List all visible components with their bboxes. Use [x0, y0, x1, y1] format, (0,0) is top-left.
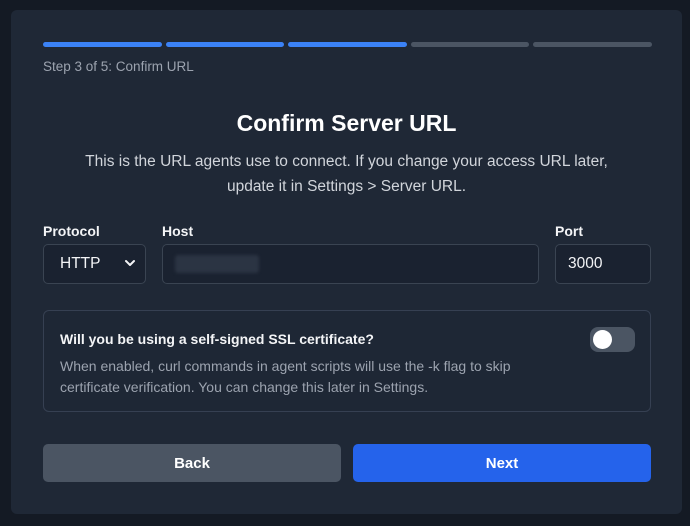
page-title: Confirm Server URL — [236, 110, 457, 136]
progress-segment-3 — [288, 42, 407, 47]
progress-segment-1 — [43, 42, 162, 47]
page-subtitle: This is the URL agents use to connect. I… — [51, 149, 642, 199]
progress-segment-2 — [165, 42, 284, 47]
ssl-question: Will you be using a self-signed SSL cert… — [60, 331, 374, 347]
port-input[interactable]: 3000 — [555, 244, 651, 284]
port-value: 3000 — [568, 255, 603, 272]
step-label: Step 3 of 5: Confirm URL — [43, 59, 194, 74]
subtitle-line-1: This is the URL agents use to connect. I… — [85, 153, 608, 170]
host-input[interactable] — [162, 244, 539, 284]
progress-segment-5 — [533, 42, 652, 47]
ssl-description-line-2: certificate verification. You can change… — [60, 379, 429, 395]
port-label: Port — [555, 223, 583, 239]
self-signed-ssl-panel: Will you be using a self-signed SSL cert… — [43, 310, 651, 412]
protocol-value: HTTP — [60, 255, 101, 272]
next-button[interactable]: Next — [353, 444, 651, 482]
chevron-down-icon — [125, 260, 135, 266]
self-signed-ssl-toggle[interactable] — [590, 327, 635, 352]
toggle-knob — [593, 330, 612, 349]
subtitle-line-2: update it in Settings > Server URL. — [226, 178, 467, 195]
protocol-select[interactable]: HTTP — [43, 244, 146, 284]
progress-segment-4 — [410, 42, 529, 47]
setup-wizard-card: Step 3 of 5: Confirm URL Confirm Server … — [11, 10, 682, 514]
ssl-description: When enabled, curl commands in agent scr… — [60, 356, 580, 398]
host-value-redacted — [175, 255, 259, 273]
back-button[interactable]: Back — [43, 444, 341, 482]
protocol-label: Protocol — [43, 223, 100, 239]
step-progress-bar — [43, 42, 652, 47]
host-label: Host — [162, 223, 194, 239]
ssl-description-line-1: When enabled, curl commands in agent scr… — [60, 358, 511, 374]
